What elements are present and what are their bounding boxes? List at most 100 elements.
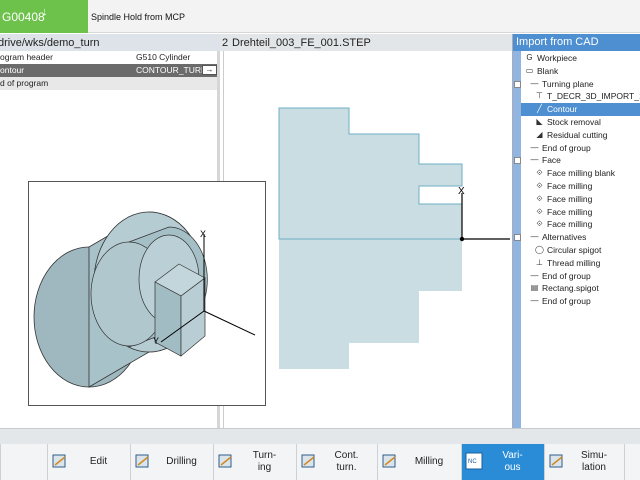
svg-text:NC: NC — [468, 459, 477, 465]
milling-icon — [381, 452, 399, 470]
face-milling-icon: ⟐ — [536, 193, 543, 203]
drawing-filename: Drehteil_003_FE_001.STEP — [232, 37, 371, 49]
tool-icon: ⊤ — [536, 91, 543, 101]
simulation-icon — [548, 452, 566, 470]
tree-item[interactable]: ▭ Blank — [521, 65, 640, 78]
tree-item-label: Workpiece — [537, 53, 577, 63]
tree-item[interactable]: ⟐ Face milling — [521, 193, 640, 206]
tree-item-label: Contour — [547, 104, 578, 115]
face-milling-icon: ⟐ — [536, 206, 543, 216]
stock-removal-icon: ◣ — [536, 117, 543, 126]
contour-drawing: X — [278, 107, 510, 369]
group-line-icon: — — [530, 270, 539, 280]
tree-item[interactable]: — End of group — [521, 295, 640, 308]
face-milling-icon: ⟐ — [536, 181, 543, 190]
import-from-cad-panel: Import from CAD G Workpiece ▭ Blank — Turning… — [512, 34, 640, 428]
softkey-drilling[interactable]: Drilling — [130, 444, 213, 480]
softkey-empty[interactable] — [0, 444, 47, 480]
tree-item[interactable]: ⟐ Face milling — [521, 180, 640, 193]
tree-item[interactable]: ⟐ Face milling — [521, 218, 640, 231]
tree-item[interactable]: — Face — [521, 154, 640, 167]
tree-item[interactable]: ◯ Circular spigot — [521, 244, 640, 257]
face-milling-icon: ⟐ — [536, 168, 543, 178]
drilling-icon — [134, 452, 152, 470]
softkey-label: Milling — [414, 456, 444, 467]
softkey-contour-turning[interactable]: Cont. turn. — [296, 444, 377, 480]
3d-x-label: X — [200, 229, 206, 239]
tree-item[interactable]: ╱ Contour — [521, 103, 640, 117]
tree-item[interactable]: ◣ Stock removal — [521, 116, 640, 129]
residual-cutting-icon: ◢ — [536, 129, 543, 139]
softkey-simulation[interactable]: Simu-lation — [544, 444, 624, 480]
input-arrow-button[interactable]: → — [202, 65, 217, 75]
status-bar: G00408 ↓ Spindle Hold from MCP — [0, 0, 640, 33]
circular-spigot-icon: ◯ — [535, 245, 544, 254]
softkey-more[interactable] — [624, 444, 640, 480]
tree-item-label: Turning plane — [542, 78, 594, 89]
group-line-icon: — — [530, 142, 539, 152]
blank-icon: ▭ — [525, 65, 534, 75]
group-line-icon: — — [530, 296, 539, 306]
tree-item-label: End of group — [542, 270, 591, 281]
program-row-value: CONTOUR_TURN — [136, 65, 208, 75]
tree-item-label: T_DECR_3D_IMPORT_1 — [547, 91, 640, 102]
tree-item-label: Thread milling — [547, 257, 601, 268]
tree-item-label: Blank — [537, 65, 559, 76]
tree-item-label: Face milling — [547, 219, 593, 230]
tree-item-label: Rectang.spigot — [542, 283, 599, 294]
program-row-value: G510 Cylinder — [136, 52, 191, 62]
tree-item[interactable]: — Turning plane — [521, 78, 640, 91]
softkey-various[interactable]: NC Vari-ous — [461, 444, 544, 480]
status-message: Spindle Hold from MCP — [91, 12, 186, 22]
thread-milling-icon: ⊥ — [536, 257, 543, 267]
softkey-label: Edit — [89, 456, 108, 467]
workpiece-icon: G — [526, 53, 533, 62]
tree-item-label: Alternatives — [542, 232, 587, 243]
face-milling-icon: ⟐ — [536, 219, 543, 229]
tree-item[interactable]: ▤ Rectang.spigot — [521, 282, 640, 295]
tree-item[interactable]: ⊥ Thread milling — [521, 257, 640, 270]
tree-item[interactable]: — End of group — [521, 270, 640, 283]
softkey-milling[interactable]: Milling — [377, 444, 461, 480]
tree-expander-icon[interactable] — [514, 80, 521, 88]
program-row-contour[interactable]: ontour CONTOUR_TURN → — [0, 64, 217, 77]
contour-icon: ╱ — [537, 104, 542, 114]
tree-item[interactable]: ◢ Residual cutting — [521, 129, 640, 142]
drawing-title-bar: 2 Drehteil_003_FE_001.STEP — [220, 34, 512, 51]
origin-point — [459, 236, 465, 242]
tree-expander-icon[interactable] — [514, 234, 521, 242]
softkey-label: Turn-ing — [252, 450, 277, 473]
x-axis-label: X — [458, 186, 465, 197]
group-line-icon: — — [530, 78, 539, 88]
tree-item-label: Face milling — [547, 181, 593, 191]
tree-item[interactable]: — End of group — [521, 142, 640, 155]
tree-item-label: Face milling — [547, 206, 593, 217]
tree-item[interactable]: ⟐ Face milling blank — [521, 167, 640, 180]
contour-shape-upper — [278, 107, 463, 240]
softkey-turning[interactable]: Turn-ing — [213, 444, 296, 480]
3d-viewport[interactable]: X Y — [28, 181, 266, 406]
tree-item-label: Face milling — [547, 193, 593, 204]
3d-y-label: Y — [153, 336, 159, 346]
tree-expander-icon[interactable] — [514, 157, 521, 165]
tree-item-label: Circular spigot — [547, 245, 602, 255]
program-row-header[interactable]: ogram header G510 Cylinder — [0, 51, 217, 64]
group-line-icon: — — [530, 155, 539, 165]
tree-item[interactable]: — Alternatives — [521, 231, 640, 244]
tree-item[interactable]: G Workpiece — [521, 52, 640, 65]
3d-z-axis — [203, 310, 256, 336]
contour-canvas[interactable]: X — [223, 51, 512, 428]
softkey-edit[interactable]: Edit — [47, 444, 130, 480]
edit-icon — [51, 452, 69, 470]
tree-item-label: End of group — [542, 142, 591, 153]
tree-item[interactable]: ⊤ T_DECR_3D_IMPORT_1 — [521, 90, 640, 103]
drawing-number: 2 — [222, 37, 229, 49]
import-panel-title: Import from CAD — [513, 34, 640, 51]
tree-item[interactable]: ⟐ Face milling — [521, 206, 640, 219]
tree-item-label: Face milling blank — [547, 168, 616, 179]
softkey-label: Vari-ous — [502, 450, 523, 473]
channel-indicator[interactable]: G00408 ↓ — [0, 0, 88, 33]
tree-item-label: Face — [542, 155, 561, 166]
program-row-end[interactable]: d of program — [0, 77, 217, 90]
rect-spigot-icon: ▤ — [530, 283, 539, 293]
